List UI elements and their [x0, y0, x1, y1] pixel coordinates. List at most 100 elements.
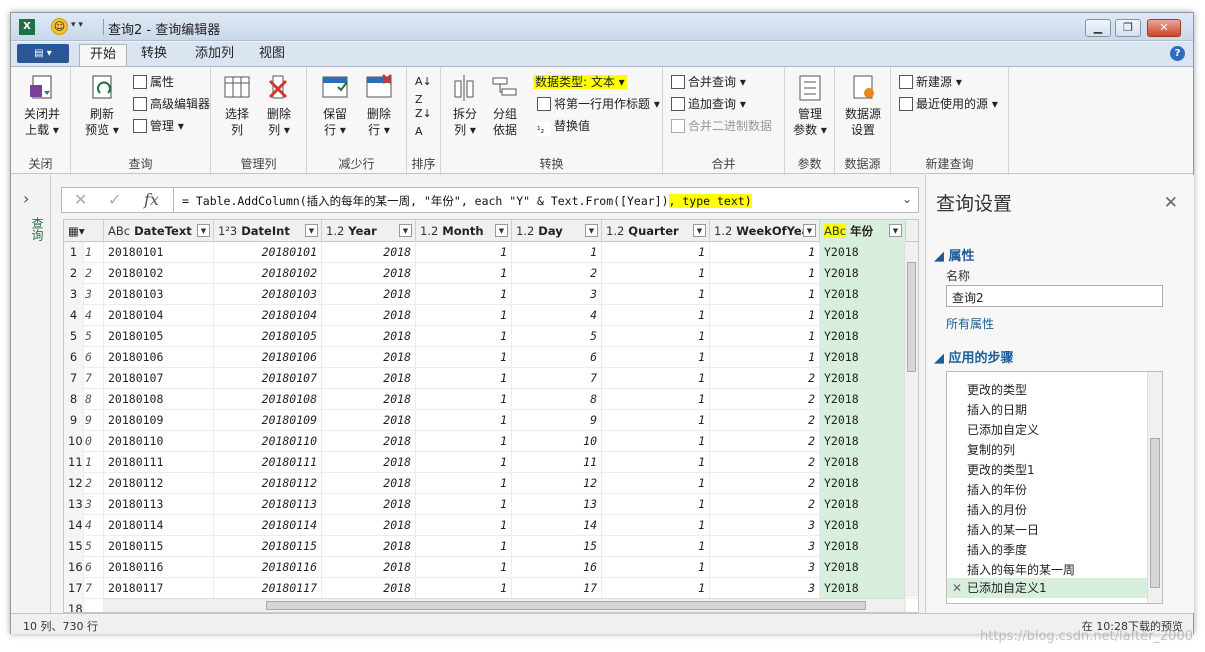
tab-home[interactable]: 开始	[79, 44, 128, 66]
table-cell[interactable]: 2	[710, 494, 820, 515]
refresh-preview-button[interactable]: 刷新 预览 ▾	[81, 73, 123, 138]
step-item[interactable]: 更改的类型1	[947, 460, 1147, 480]
row-number[interactable]: 13	[64, 494, 84, 515]
table-menu-icon[interactable]: ▦▾	[64, 220, 104, 242]
step-item[interactable]: 复制的列	[947, 440, 1147, 460]
table-cell[interactable]: 1	[602, 494, 710, 515]
split-column-button[interactable]: 拆分 列 ▾	[447, 73, 483, 138]
table-cell[interactable]: 2	[710, 368, 820, 389]
row-number[interactable]: 10	[64, 431, 84, 452]
table-cell[interactable]: Y2018	[820, 368, 906, 389]
table-cell[interactable]: 20180115	[214, 536, 322, 557]
table-cell[interactable]: 7	[84, 578, 104, 599]
table-cell[interactable]: Y2018	[820, 536, 906, 557]
table-cell[interactable]: 2	[84, 263, 104, 284]
maximize-button[interactable]: ❐	[1115, 19, 1141, 37]
table-cell[interactable]: 4	[84, 515, 104, 536]
table-cell[interactable]: 2018	[322, 557, 416, 578]
sort-ascending-button[interactable]: A↓ Z	[415, 73, 432, 106]
table-row[interactable]: 9 9 20180109 20180109 2018 1 9 1 2 Y2018	[64, 410, 918, 431]
filter-dropdown-icon[interactable]: ▼	[585, 224, 598, 237]
scrollbar-thumb[interactable]	[1150, 438, 1160, 588]
table-cell[interactable]: 2	[710, 410, 820, 431]
table-cell[interactable]: 2018	[322, 263, 416, 284]
table-cell[interactable]: 3	[710, 515, 820, 536]
column-header-year-text[interactable]: ABᴄ 年份 ▼	[820, 220, 906, 242]
combine-binaries-button[interactable]: 合并二进制数据	[671, 117, 772, 135]
table-row[interactable]: 17 7 20180117 20180117 2018 1 17 1 3 Y2018	[64, 578, 918, 599]
table-cell[interactable]: Y2018	[820, 557, 906, 578]
table-cell[interactable]	[84, 599, 104, 612]
row-number[interactable]: 16	[64, 557, 84, 578]
table-cell[interactable]: 5	[84, 326, 104, 347]
table-cell[interactable]: 1	[602, 557, 710, 578]
row-number[interactable]: 2	[64, 263, 84, 284]
table-cell[interactable]: 3	[710, 578, 820, 599]
table-cell[interactable]: 20180108	[214, 389, 322, 410]
tab-add-column[interactable]: 添加列	[185, 44, 244, 66]
table-cell[interactable]: Y2018	[820, 452, 906, 473]
merge-queries-button[interactable]: 合并查询 ▾	[671, 73, 746, 91]
table-cell[interactable]: 3	[710, 557, 820, 578]
table-cell[interactable]: 20180109	[214, 410, 322, 431]
choose-columns-button[interactable]: 选择 列	[219, 73, 255, 138]
scrollbar-thumb[interactable]	[907, 262, 916, 372]
table-cell[interactable]: 20180107	[214, 368, 322, 389]
replace-values-button[interactable]: ¹₂ 替换值	[537, 117, 590, 136]
table-cell[interactable]: 20180113	[104, 494, 214, 515]
table-cell[interactable]: 1	[710, 326, 820, 347]
table-cell[interactable]: 2	[710, 473, 820, 494]
table-cell[interactable]: 1	[416, 431, 512, 452]
table-cell[interactable]: 20180117	[214, 578, 322, 599]
table-cell[interactable]: 20180114	[104, 515, 214, 536]
steps-scrollbar[interactable]	[1147, 372, 1162, 603]
step-item[interactable]: 插入的某一日	[947, 520, 1147, 540]
advanced-editor-button[interactable]: 高级编辑器	[133, 95, 210, 113]
table-cell[interactable]: 20180114	[214, 515, 322, 536]
row-number[interactable]: 9	[64, 410, 84, 431]
table-cell[interactable]: Y2018	[820, 431, 906, 452]
remove-columns-button[interactable]: 删除 列 ▾	[261, 73, 297, 138]
row-number[interactable]: 11	[64, 452, 84, 473]
row-number[interactable]: 7	[64, 368, 84, 389]
tab-view[interactable]: 视图	[249, 44, 295, 66]
table-cell[interactable]: 20180110	[214, 431, 322, 452]
table-cell[interactable]: 1	[602, 347, 710, 368]
all-properties-link[interactable]: 所有属性	[946, 315, 994, 332]
table-row[interactable]: 6 6 20180106 20180106 2018 1 6 1 1 Y2018	[64, 347, 918, 368]
table-cell[interactable]: 1	[416, 515, 512, 536]
grid-horizontal-scrollbar[interactable]	[104, 598, 904, 612]
table-cell[interactable]: 20180103	[104, 284, 214, 305]
filter-dropdown-icon[interactable]: ▼	[889, 224, 902, 237]
table-cell[interactable]: Y2018	[820, 242, 906, 263]
filter-dropdown-icon[interactable]: ▼	[197, 224, 210, 237]
table-cell[interactable]: 1	[416, 326, 512, 347]
column-header-year[interactable]: 1.2 Year ▼	[322, 220, 416, 242]
recent-sources-button[interactable]: 最近使用的源 ▾	[899, 95, 998, 113]
table-cell[interactable]: 1	[602, 263, 710, 284]
table-cell[interactable]: 1	[416, 368, 512, 389]
table-cell[interactable]: 3	[710, 536, 820, 557]
row-number[interactable]: 17	[64, 578, 84, 599]
row-number[interactable]: 18	[64, 599, 84, 612]
formula-expand-icon[interactable]: ⌄	[902, 192, 912, 206]
new-source-button[interactable]: 新建源 ▾	[899, 73, 962, 91]
table-row[interactable]: 12 2 20180112 20180112 2018 1 12 1 2 Y2018	[64, 473, 918, 494]
table-row[interactable]: 14 4 20180114 20180114 2018 1 14 1 3 Y2018	[64, 515, 918, 536]
group-by-button[interactable]: 分组 依据	[487, 73, 523, 138]
queries-pane-label[interactable]: 查询	[29, 217, 46, 241]
applied-steps-section-header[interactable]: ◢ 应用的步骤	[934, 347, 1014, 366]
step-item[interactable]: 插入的月份	[947, 500, 1147, 520]
fx-icon[interactable]: fx	[144, 190, 159, 209]
filter-dropdown-icon[interactable]: ▼	[305, 224, 318, 237]
table-cell[interactable]: 6	[512, 347, 602, 368]
row-number[interactable]: 15	[64, 536, 84, 557]
table-row[interactable]: 5 5 20180105 20180105 2018 1 5 1 1 Y2018	[64, 326, 918, 347]
table-cell[interactable]: 1	[602, 578, 710, 599]
table-cell[interactable]: 1	[416, 347, 512, 368]
table-cell[interactable]: 2018	[322, 284, 416, 305]
table-cell[interactable]: 20180112	[214, 473, 322, 494]
filter-dropdown-icon[interactable]: ▼	[693, 224, 706, 237]
table-cell[interactable]: 20180116	[104, 557, 214, 578]
table-cell[interactable]: 1	[602, 389, 710, 410]
